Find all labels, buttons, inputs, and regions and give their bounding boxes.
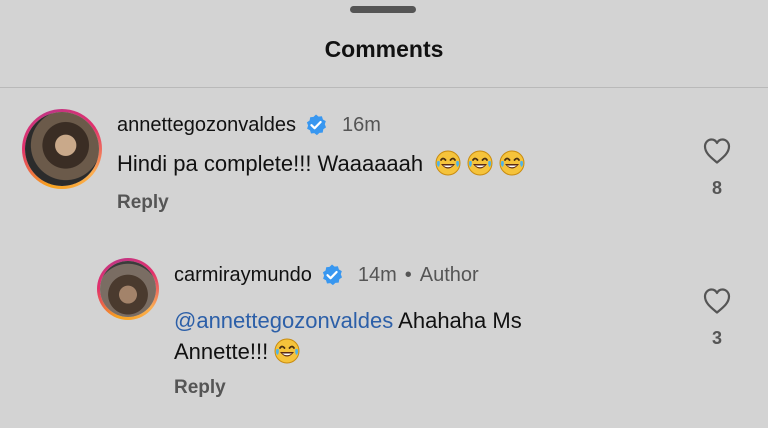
header-divider [0, 87, 768, 88]
tears-of-joy-icon [435, 150, 461, 176]
tears-of-joy-icon [274, 338, 300, 364]
comment-meta: annettegozonvaldes 16m [117, 113, 381, 137]
meta-separator: • [404, 263, 412, 286]
sheet-drag-handle[interactable] [350, 6, 416, 13]
comment-username[interactable]: annettegozonvaldes [117, 114, 296, 137]
tears-of-joy-icon [499, 150, 525, 176]
like-count[interactable]: 3 [697, 328, 737, 349]
like-count[interactable]: 8 [697, 178, 737, 199]
comment-meta: carmiraymundo 14m • Author [174, 263, 479, 287]
author-badge: Author [419, 263, 479, 286]
sheet-title: Comments [324, 36, 444, 62]
comment-text: @annettegozonvaldes Ahahaha Ms Annette!!… [174, 305, 614, 367]
reply-button[interactable]: Reply [117, 192, 169, 214]
comment-time: 14m [357, 263, 397, 286]
comments-sheet: Comments annettegozonvaldes 16m Hindi pa… [0, 0, 768, 428]
comment-time: 16m [342, 113, 381, 136]
avatar-story-ring[interactable] [97, 258, 159, 320]
avatar [25, 112, 99, 186]
comment-username[interactable]: carmiraymundo [174, 264, 312, 287]
verified-badge-icon [304, 113, 328, 137]
comment-text: Hindi pa complete!!! Waaaaaah [117, 148, 525, 179]
verified-badge-icon [320, 263, 344, 287]
heart-outline-icon[interactable] [702, 287, 732, 315]
reply-comment-item: carmiraymundo 14m • Author @annettegozon… [0, 255, 768, 405]
avatar [100, 261, 156, 317]
reply-button[interactable]: Reply [174, 377, 226, 399]
tears-of-joy-icon [467, 150, 493, 176]
like-area: 3 [697, 287, 737, 349]
avatar-story-ring[interactable] [22, 109, 102, 189]
comment-body: Hindi pa complete!!! Waaaaaah [117, 151, 424, 176]
heart-outline-icon[interactable] [702, 137, 732, 165]
comment-item: annettegozonvaldes 16m Hindi pa complete… [0, 105, 768, 225]
like-area: 8 [697, 137, 737, 199]
mention-link[interactable]: @annettegozonvaldes [174, 308, 393, 333]
